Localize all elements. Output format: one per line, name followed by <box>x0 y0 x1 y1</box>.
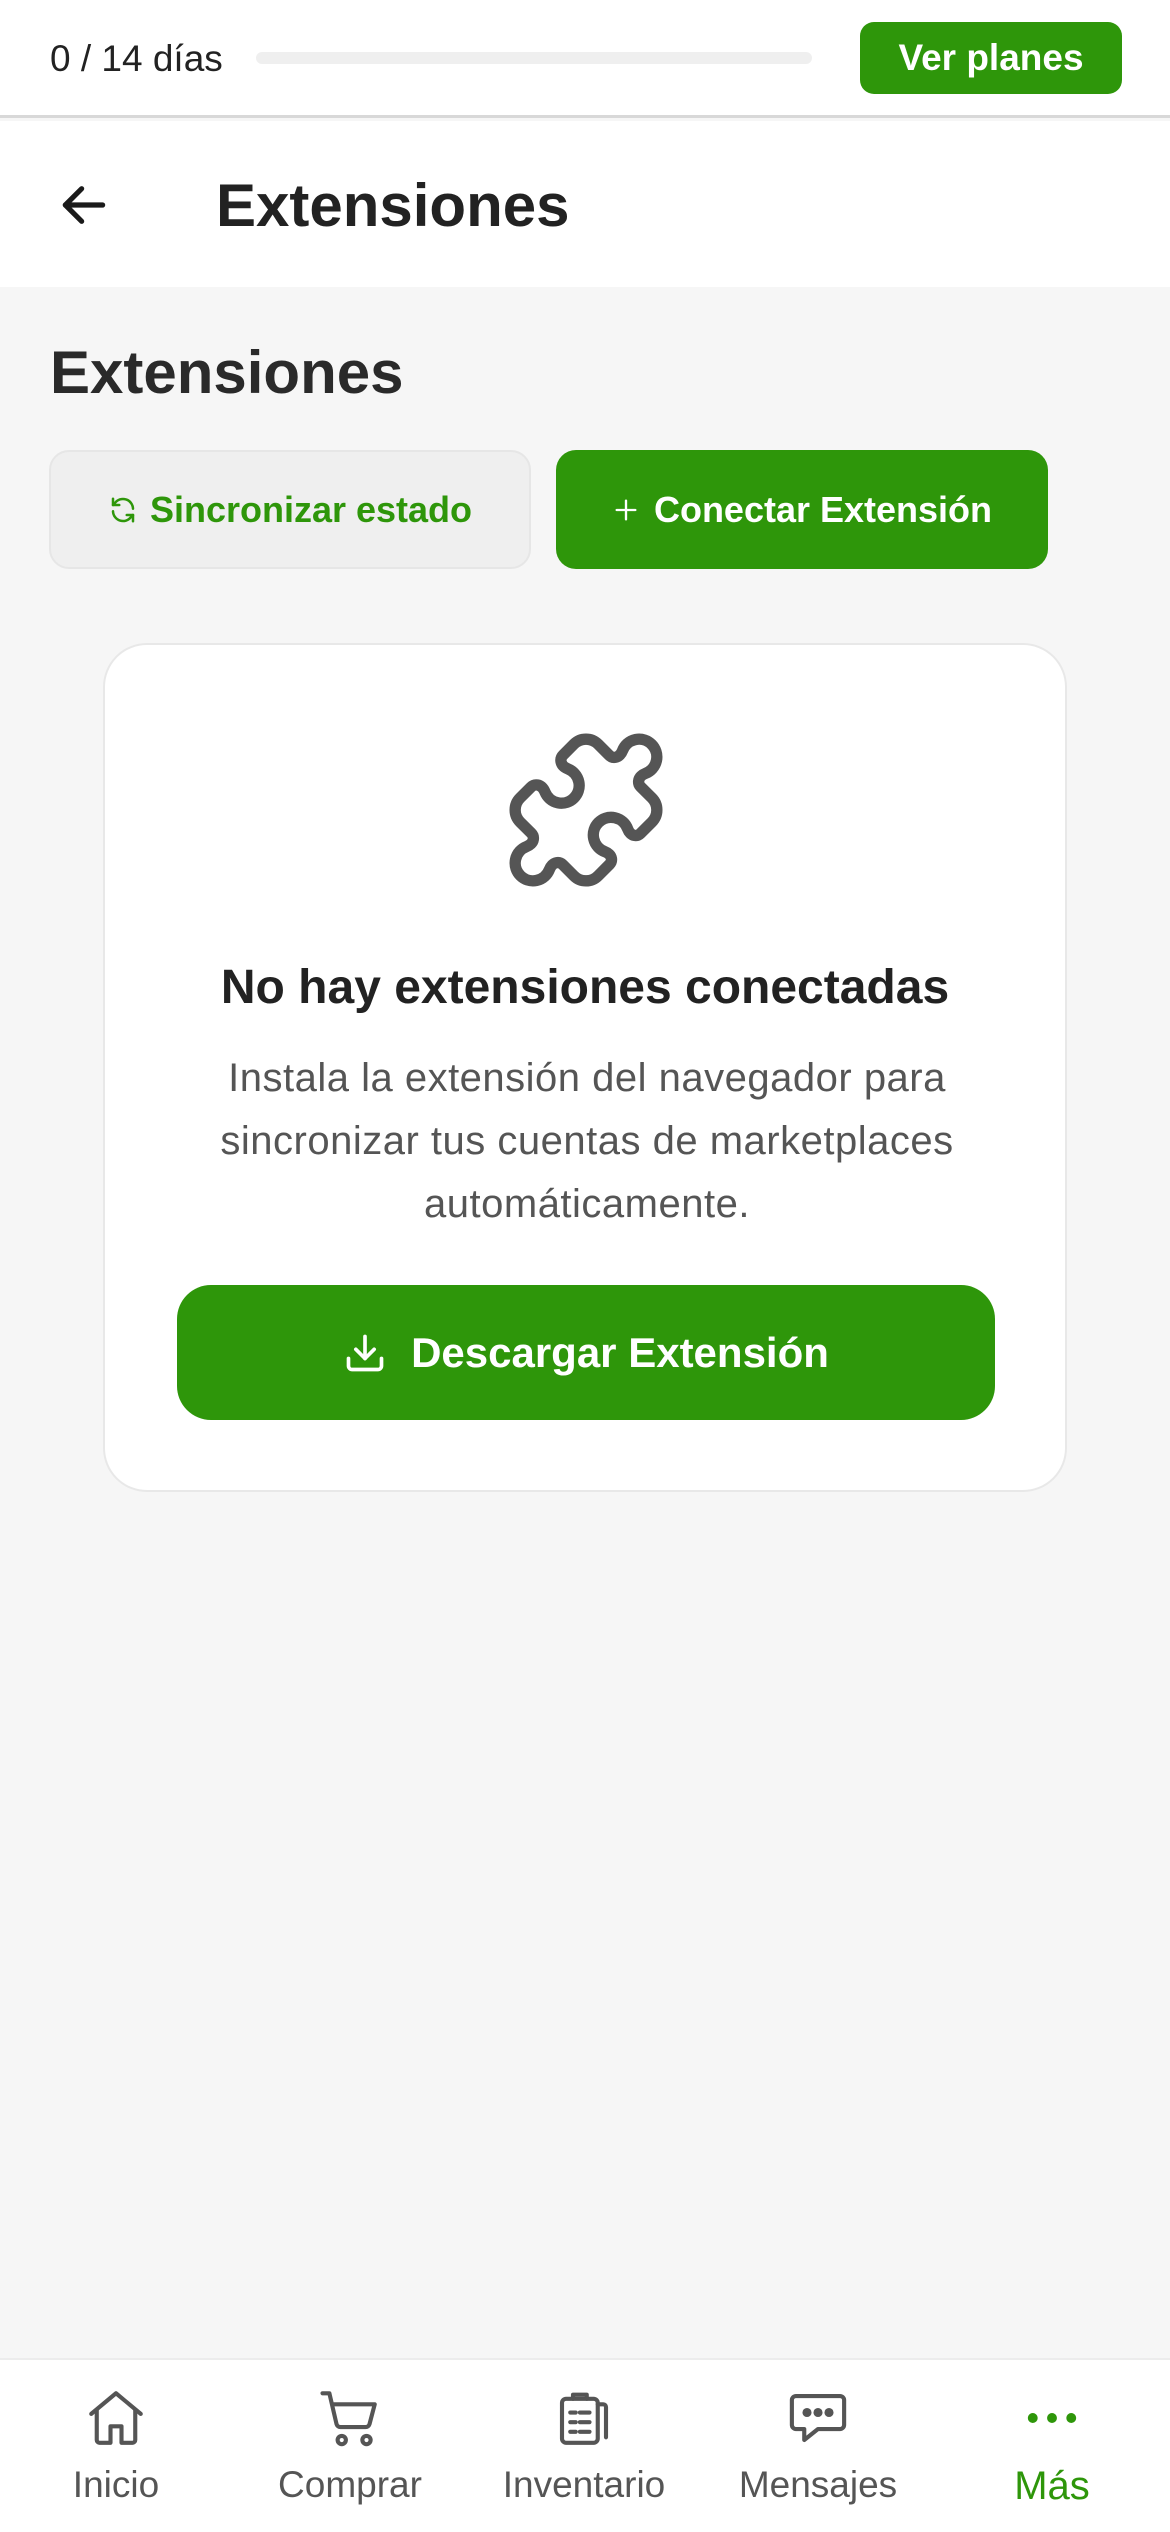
empty-state-description: Instala la extensión del navegador para … <box>220 1056 954 1226</box>
section-title: Extensiones <box>50 339 404 406</box>
nav-label-mas: Más <box>1014 2464 1090 2508</box>
empty-state-card: No hay extensiones conectadas Instala la… <box>103 643 1067 1492</box>
chat-icon <box>789 2393 847 2443</box>
refresh-icon <box>111 497 135 522</box>
trial-days-label: 0 / 14 días <box>50 38 223 79</box>
plus-icon <box>615 499 637 520</box>
puzzle-icon <box>509 733 663 887</box>
nav-item-mensajes[interactable]: Mensajes <box>718 2360 918 2532</box>
nav-label-mensajes: Mensajes <box>738 2464 898 2505</box>
connect-extension-button[interactable]: Conectar Extensión <box>556 450 1048 569</box>
nav-label-comprar: Comprar <box>278 2464 422 2505</box>
cart-icon <box>320 2391 377 2447</box>
page-header: Extensiones <box>0 121 1170 287</box>
page-title: Extensiones <box>216 172 570 239</box>
download-extension-label: Descargar Extensión <box>411 1328 829 1376</box>
more-icon <box>1027 2413 1077 2423</box>
connect-extension-label: Conectar Extensión <box>653 488 993 530</box>
trial-progress-bar <box>256 52 812 64</box>
back-button[interactable] <box>52 173 116 237</box>
clipboard-icon <box>559 2392 609 2445</box>
download-extension-button[interactable]: Descargar Extensión <box>177 1285 995 1420</box>
nav-item-mas[interactable]: Más <box>952 2360 1152 2532</box>
nav-item-comprar[interactable]: Comprar <box>250 2360 450 2532</box>
view-plans-button[interactable]: Ver planes <box>860 22 1122 94</box>
nav-label-inventario: Inventario <box>502 2464 666 2505</box>
sync-status-button[interactable]: Sincronizar estado <box>49 450 531 569</box>
download-icon <box>346 1334 384 1371</box>
home-icon <box>89 2391 143 2445</box>
empty-state-title: No hay extensiones conectadas <box>220 961 950 1014</box>
bottom-nav: Inicio Comprar Inventario Mensajes Más <box>0 2358 1170 2532</box>
nav-item-inventario[interactable]: Inventario <box>484 2360 684 2532</box>
nav-item-inicio[interactable]: Inicio <box>16 2360 216 2532</box>
sync-status-label: Sincronizar estado <box>149 488 473 530</box>
nav-label-inicio: Inicio <box>72 2464 160 2505</box>
arrow-left-icon <box>62 186 106 224</box>
trial-bar: 0 / 14 días Ver planes <box>0 0 1170 118</box>
extensions-page: 0 / 14 días Ver planes Extensiones Exten… <box>0 0 1170 2532</box>
